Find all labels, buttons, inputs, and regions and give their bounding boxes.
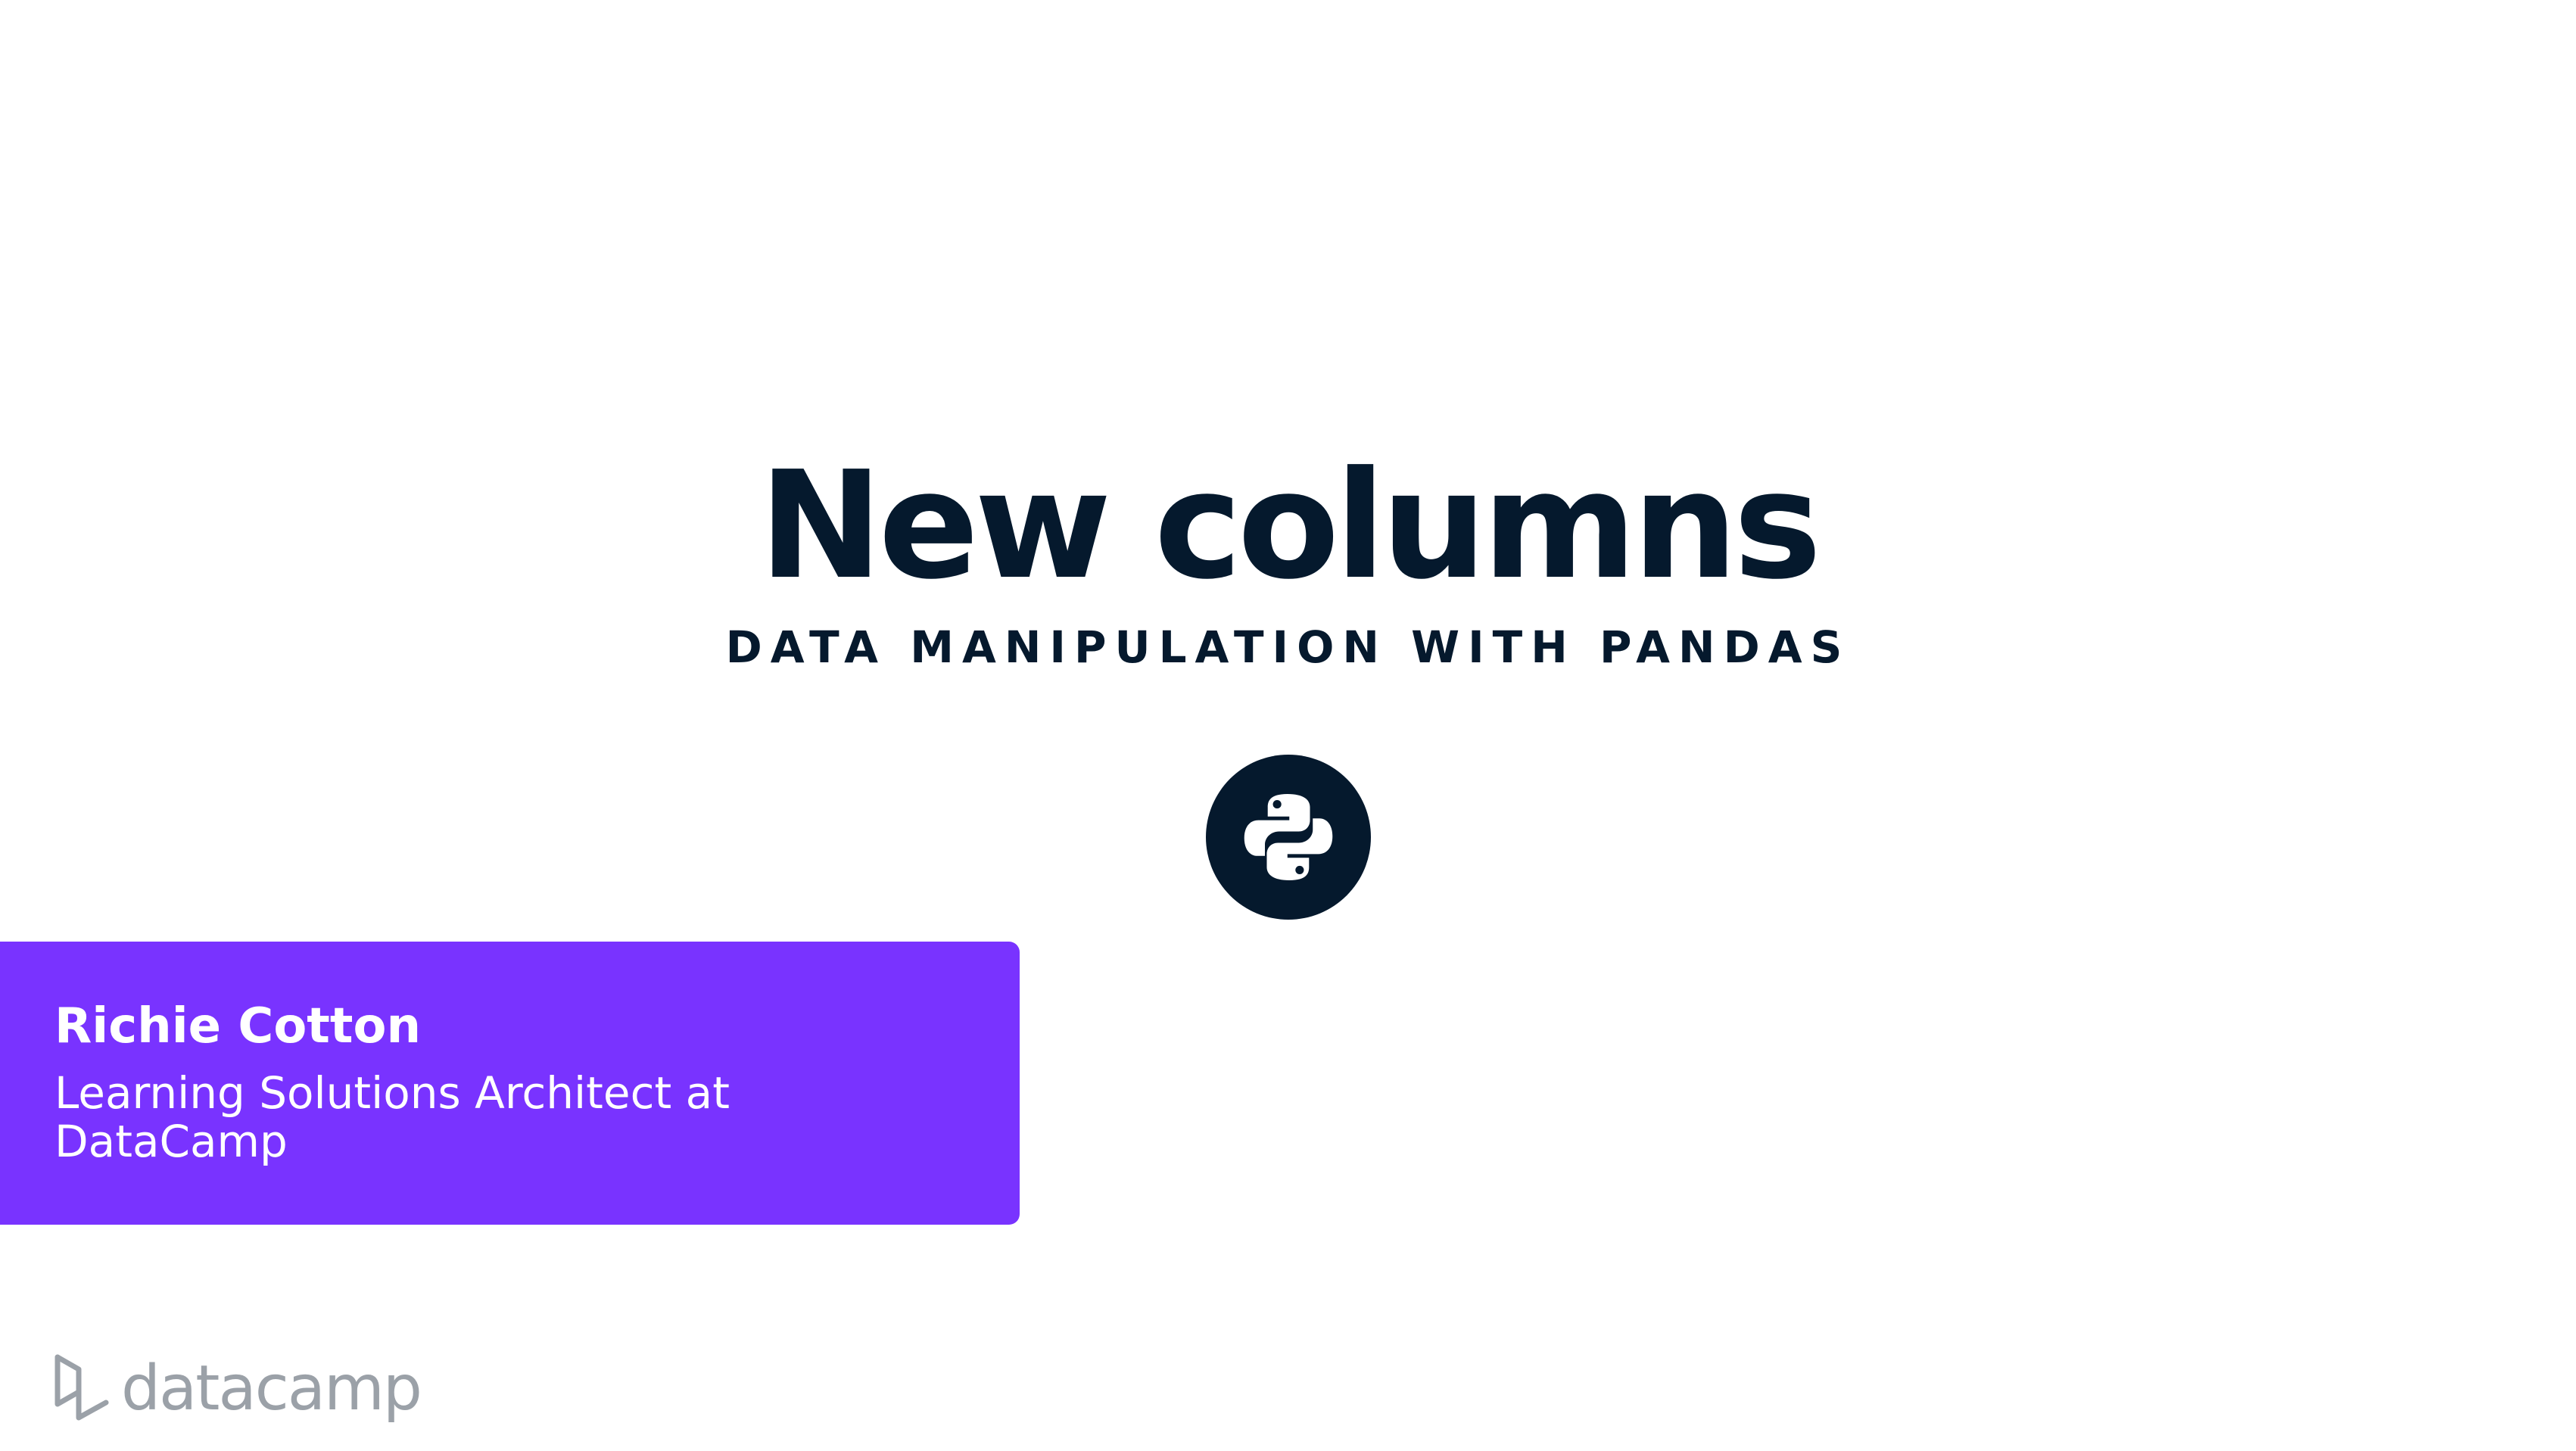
- author-role: Learning Solutions Architect at DataCamp: [55, 1067, 730, 1167]
- course-title: DATA MANIPULATION WITH PANDAS: [725, 621, 1851, 673]
- author-card: Richie Cotton Learning Solutions Archite…: [0, 942, 1020, 1225]
- python-logo-glyph: [1244, 793, 1333, 881]
- title-slide: New columns DATA MANIPULATION WITH PANDA…: [0, 0, 2576, 1451]
- slide-title: New columns: [758, 440, 1821, 612]
- datacamp-logo: datacamp: [53, 1347, 422, 1431]
- datacamp-logo-icon: [53, 1353, 111, 1425]
- python-icon: [1206, 755, 1371, 920]
- datacamp-wordmark: datacamp: [121, 1353, 422, 1425]
- author-name: Richie Cotton: [55, 998, 421, 1054]
